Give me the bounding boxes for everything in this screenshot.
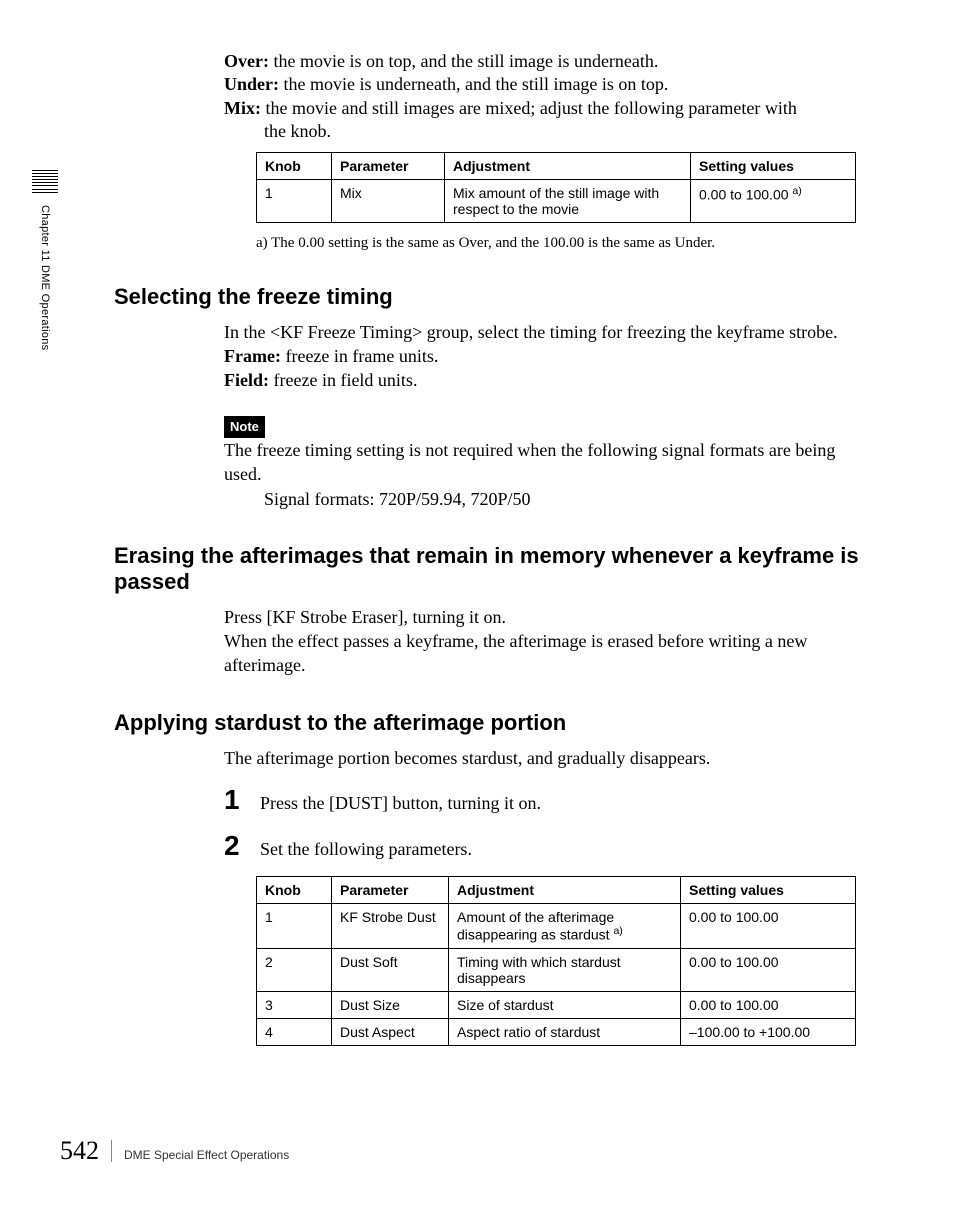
cell-adjustment: Mix amount of the still image with respe… (445, 179, 691, 222)
cell-parameter: KF Strobe Dust (332, 904, 449, 949)
cell-setting: 0.00 to 100.00 (681, 991, 856, 1018)
definition-over: Over: the movie is on top, and the still… (224, 50, 864, 73)
step-1-text: Press the [DUST] button, turning it on. (260, 793, 541, 814)
col-parameter: Parameter (332, 877, 449, 904)
heading-erasing-afterimages: Erasing the afterimages that remain in m… (114, 543, 864, 595)
definition-over-label: Over: (224, 51, 269, 71)
stardust-intro: The afterimage portion becomes stardust,… (224, 746, 864, 770)
note-tag: Note (224, 416, 265, 438)
heading-applying-stardust: Applying stardust to the afterimage port… (114, 710, 864, 736)
cell-setting: 0.00 to 100.00 (681, 904, 856, 949)
stardust-parameter-table: Knob Parameter Adjustment Setting values… (256, 876, 856, 1046)
col-setting: Setting values (681, 877, 856, 904)
cell-knob: 4 (257, 1018, 332, 1045)
cell-parameter: Dust Aspect (332, 1018, 449, 1045)
side-rail: Chapter 11 DME Operations (30, 170, 60, 350)
definition-under-text: the movie is underneath, and the still i… (279, 74, 668, 94)
cell-parameter: Dust Soft (332, 948, 449, 991)
table1-footnote: a) The 0.00 setting is the same as Over,… (256, 235, 864, 252)
footer-divider (111, 1140, 112, 1162)
table-row: 2 Dust Soft Timing with which stardust d… (257, 948, 856, 991)
cell-adjustment: Timing with which stardust disappears (449, 948, 681, 991)
definition-mix-text: the movie and still images are mixed; ad… (261, 98, 797, 118)
definition-under: Under: the movie is underneath, and the … (224, 73, 864, 96)
table-row: 4 Dust Aspect Aspect ratio of stardust –… (257, 1018, 856, 1045)
step-1: 1 Press the [DUST] button, turning it on… (224, 784, 864, 816)
col-knob: Knob (257, 877, 332, 904)
side-chapter-label: Chapter 11 DME Operations (39, 205, 51, 350)
mix-parameter-table: Knob Parameter Adjustment Setting values… (256, 152, 856, 223)
footer-section-title: DME Special Effect Operations (124, 1148, 289, 1162)
table-row: 3 Dust Size Size of stardust 0.00 to 100… (257, 991, 856, 1018)
erase-p2: When the effect passes a keyframe, the a… (224, 629, 864, 678)
definition-mix-label: Mix: (224, 98, 261, 118)
cell-setting: 0.00 to 100.00 a) (691, 179, 856, 222)
definition-under-label: Under: (224, 74, 279, 94)
table-row: 1 KF Strobe Dust Amount of the afterimag… (257, 904, 856, 949)
step-2-number: 2 (224, 830, 260, 862)
definition-over-text: the movie is on top, and the still image… (269, 51, 658, 71)
step-1-number: 1 (224, 784, 260, 816)
freeze-timing-intro: In the <KF Freeze Timing> group, select … (224, 320, 864, 344)
definition-field-label: Field: (224, 370, 269, 390)
definition-mix-text2: the knob. (264, 120, 864, 143)
cell-adjustment: Amount of the afterimage disappearing as… (449, 904, 681, 949)
page-number: 542 (60, 1136, 99, 1166)
note-body: The freeze timing setting is not require… (224, 438, 864, 487)
table-row: 1 Mix Mix amount of the still image with… (257, 179, 856, 222)
definition-field: Field: freeze in field units. (224, 368, 864, 392)
cell-setting: –100.00 to +100.00 (681, 1018, 856, 1045)
cell-knob: 1 (257, 179, 332, 222)
col-adjustment: Adjustment (445, 152, 691, 179)
cell-setting: 0.00 to 100.00 (681, 948, 856, 991)
table-header-row: Knob Parameter Adjustment Setting values (257, 152, 856, 179)
cell-adjustment: Size of stardust (449, 991, 681, 1018)
side-rail-lines (32, 170, 58, 195)
table-header-row: Knob Parameter Adjustment Setting values (257, 877, 856, 904)
step-2-text: Set the following parameters. (260, 839, 472, 860)
cell-adjustment: Aspect ratio of stardust (449, 1018, 681, 1045)
definition-frame-text: freeze in frame units. (281, 346, 438, 366)
definition-mix: Mix: the movie and still images are mixe… (224, 97, 864, 144)
definition-field-text: freeze in field units. (269, 370, 417, 390)
definition-frame: Frame: freeze in frame units. (224, 344, 864, 368)
page-footer: 542 DME Special Effect Operations (60, 1136, 289, 1166)
note-formats: Signal formats: 720P/59.94, 720P/50 (264, 487, 864, 511)
heading-freeze-timing: Selecting the freeze timing (114, 284, 864, 310)
cell-knob: 3 (257, 991, 332, 1018)
cell-parameter: Dust Size (332, 991, 449, 1018)
col-knob: Knob (257, 152, 332, 179)
cell-knob: 1 (257, 904, 332, 949)
cell-knob: 2 (257, 948, 332, 991)
cell-parameter: Mix (332, 179, 445, 222)
step-2: 2 Set the following parameters. (224, 830, 864, 862)
erase-p1: Press [KF Strobe Eraser], turning it on. (224, 605, 864, 629)
col-parameter: Parameter (332, 152, 445, 179)
definition-frame-label: Frame: (224, 346, 281, 366)
col-setting: Setting values (691, 152, 856, 179)
col-adjustment: Adjustment (449, 877, 681, 904)
